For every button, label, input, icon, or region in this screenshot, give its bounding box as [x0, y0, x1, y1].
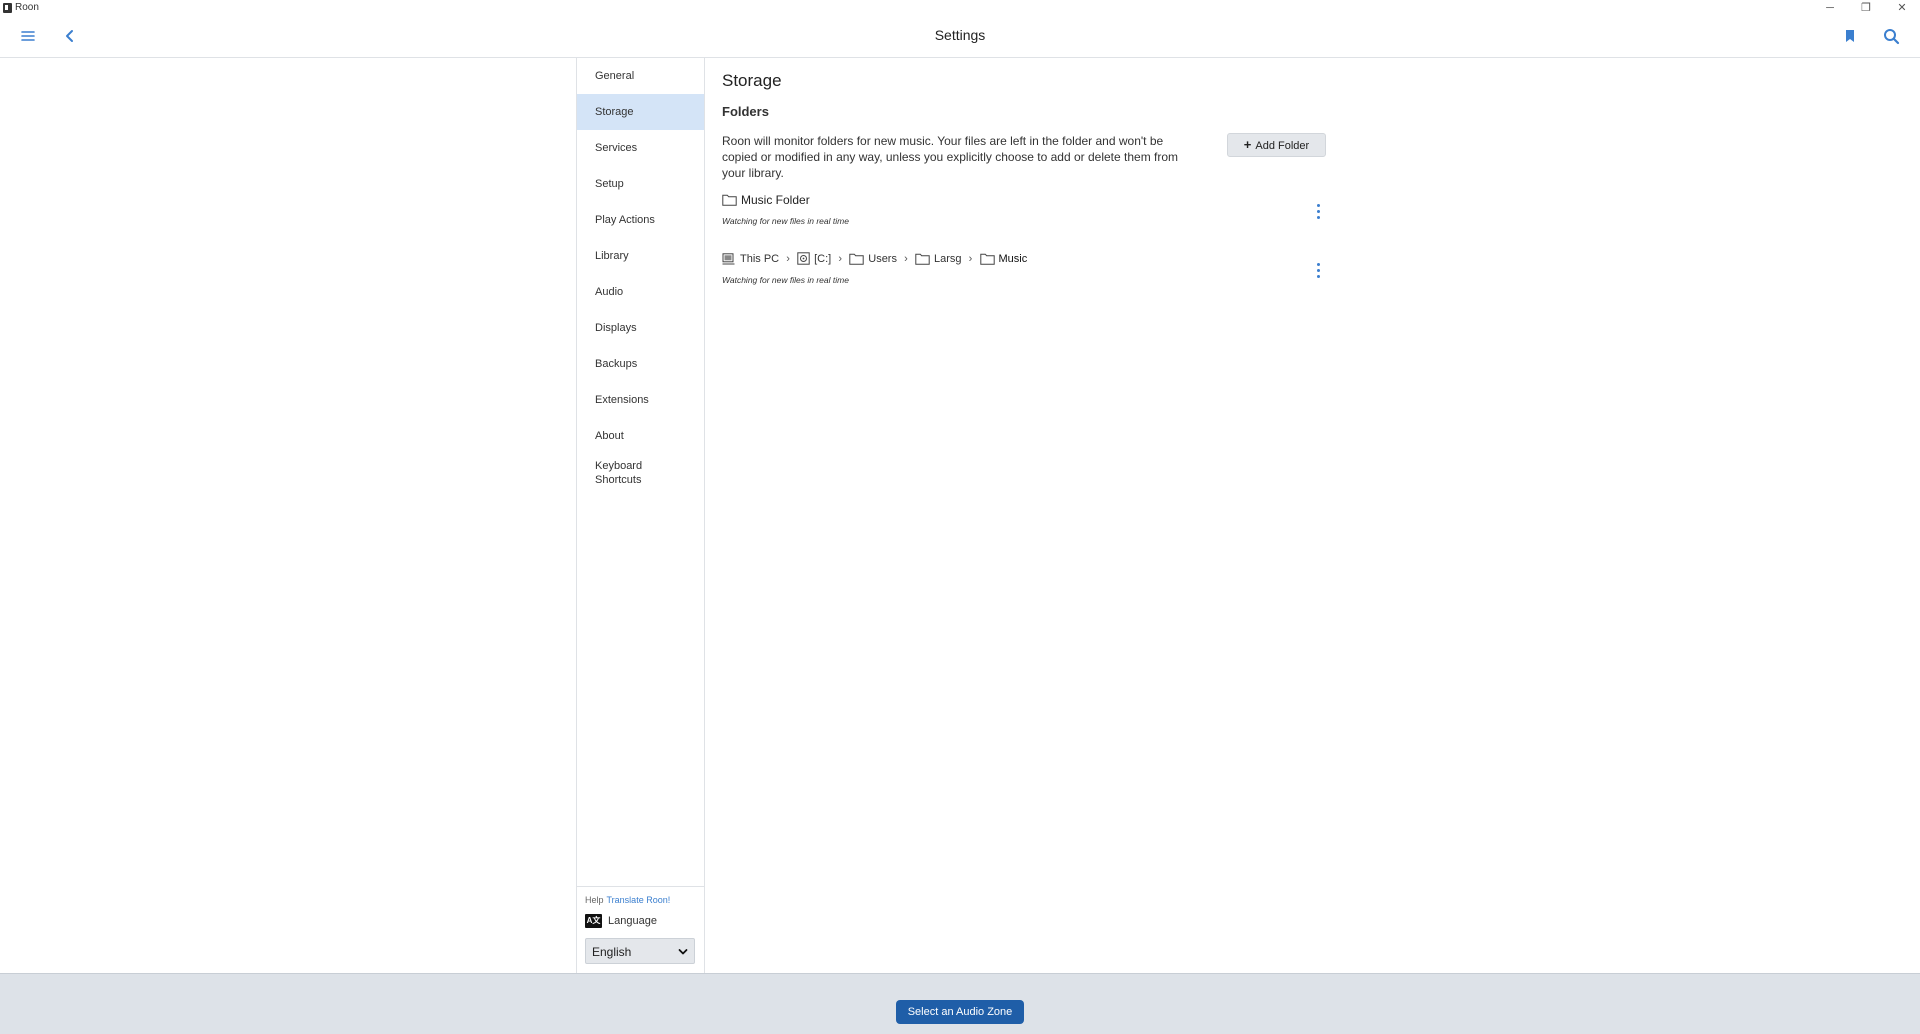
folder-status: Watching for new files in real time — [722, 275, 849, 285]
nav-item-about[interactable]: About — [577, 418, 704, 454]
chevron-right-icon: › — [838, 252, 843, 265]
page-title: Settings — [934, 27, 986, 43]
window-title: Roon — [15, 2, 39, 13]
nav-item-play-actions[interactable]: Play Actions — [577, 202, 704, 238]
chevron-right-icon: › — [786, 252, 790, 265]
path-crumb-drive: [C:] — [797, 252, 831, 265]
folder-icon — [849, 253, 864, 265]
folder-row-music-folder: Music Folder Watching for new files in r… — [722, 193, 1332, 233]
nav-item-setup[interactable]: Setup — [577, 166, 704, 202]
add-folder-button[interactable]: + Add Folder — [1227, 133, 1326, 157]
folder-icon — [722, 194, 737, 206]
help-line: Help Translate Roon! — [585, 895, 670, 905]
nav-item-displays[interactable]: Displays — [577, 310, 704, 346]
bottom-bar: Select an Audio Zone — [0, 973, 1920, 1034]
chevron-right-icon: › — [904, 252, 908, 265]
folders-heading: Folders — [722, 104, 769, 119]
path-crumb-this-pc: This PC — [722, 253, 779, 265]
plus-icon: + — [1243, 137, 1252, 152]
roon-app-icon — [3, 3, 12, 13]
nav-item-backups[interactable]: Backups — [577, 346, 704, 382]
nav-item-keyboard-shortcuts[interactable]: Keyboard Shortcuts — [577, 454, 677, 494]
nav-footer: Help Translate Roon! A文 Language English — [577, 886, 704, 973]
minimize-button[interactable]: ─ — [1812, 0, 1848, 16]
language-icon: A文 — [585, 914, 602, 928]
nav-item-general[interactable]: General — [577, 58, 704, 94]
nav-item-services[interactable]: Services — [577, 130, 704, 166]
path-label: This PC — [740, 252, 780, 265]
folder-icon — [979, 253, 995, 265]
folder-name-label: Music Folder — [741, 193, 810, 207]
path-label: Users — [868, 252, 897, 265]
folder-name[interactable]: Music Folder — [722, 193, 810, 207]
path-label: [C:] — [814, 252, 832, 265]
close-window-button[interactable]: ✕ — [1884, 0, 1920, 16]
translate-roon-link[interactable]: Translate Roon! — [607, 895, 671, 905]
help-label: Help — [585, 895, 604, 905]
bookmark-icon[interactable] — [1838, 24, 1862, 48]
add-folder-label: Add Folder — [1255, 140, 1310, 152]
drive-icon — [797, 252, 810, 265]
computer-icon — [722, 252, 736, 265]
more-options-icon[interactable] — [1312, 202, 1324, 222]
folder-icon — [915, 253, 930, 265]
folders-description: Roon will monitor folders for new music.… — [722, 134, 1179, 180]
nav-item-extensions[interactable]: Extensions — [577, 382, 704, 418]
chevron-down-icon — [678, 947, 688, 957]
path-label: Larsg — [933, 252, 962, 265]
path-crumb-larsg: Larsg — [915, 253, 962, 265]
window-titlebar: Roon ─ ❐ ✕ — [0, 0, 1920, 16]
path-label: Music — [998, 252, 1028, 265]
language-select-value: English — [592, 945, 632, 959]
nav-item-library[interactable]: Library — [577, 238, 704, 274]
path-crumb-users: Users — [849, 253, 897, 265]
settings-nav: General Storage Services Setup Play Acti… — [576, 58, 705, 973]
select-audio-zone-button[interactable]: Select an Audio Zone — [896, 1000, 1024, 1024]
language-row: A文 Language — [585, 914, 657, 928]
language-select[interactable]: English — [585, 938, 695, 964]
app-header: Settings — [0, 16, 1920, 58]
folder-row-music-path: This PC › [C:] › Users › Larsg › Music W… — [722, 252, 1332, 292]
search-icon[interactable] — [1879, 24, 1903, 48]
nav-item-audio[interactable]: Audio — [577, 274, 704, 310]
language-label: Language — [608, 915, 657, 927]
storage-heading: Storage — [722, 71, 782, 90]
path-crumb-music: Music — [979, 252, 1028, 265]
restore-button[interactable]: ❐ — [1848, 0, 1884, 16]
folder-status: Watching for new files in real time — [722, 216, 849, 226]
folder-path-breadcrumb[interactable]: This PC › [C:] › Users › Larsg › Music — [722, 252, 1027, 265]
chevron-right-icon: › — [968, 252, 973, 265]
more-options-icon[interactable] — [1312, 261, 1324, 281]
nav-item-storage[interactable]: Storage — [577, 94, 704, 130]
